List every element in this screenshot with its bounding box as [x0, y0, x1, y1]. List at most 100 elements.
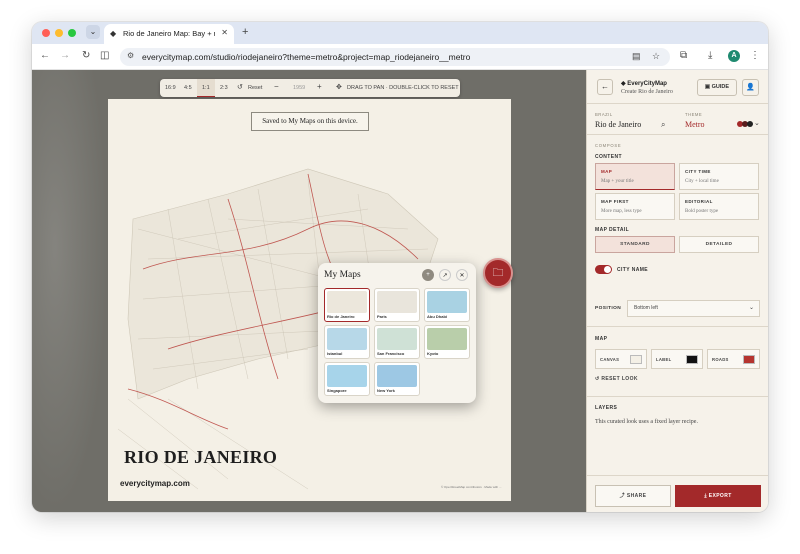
ratio-option[interactable]: 4:5 [184, 85, 192, 91]
saved-map-label: New York [377, 388, 395, 393]
map-thumbnail [427, 328, 467, 350]
city-input[interactable]: Rio de Janeiro [595, 120, 641, 129]
divider [587, 475, 768, 476]
forward-icon[interactable]: → [60, 50, 70, 62]
clipboard-icon[interactable]: ▤ [632, 51, 641, 62]
canvas-toolbar: 16:9 4:5 1:1 2:3 ↺ Reset − 1959 + ✥ DRAG… [160, 79, 460, 97]
close-panel-icon[interactable]: ✕ [456, 269, 468, 281]
saved-map-card[interactable]: Istanbul [324, 325, 370, 359]
content-option-desc: Map + your title [601, 179, 634, 184]
content-option-title: MAP FIRST [601, 199, 629, 204]
folder-icon: 🗀 [492, 267, 504, 279]
position-value: Bottom left [634, 305, 658, 311]
stage-shadow [32, 70, 108, 512]
map-heading: MAP [595, 336, 608, 342]
map-thumbnail [427, 291, 467, 313]
saved-map-label: Abu Dhabi [427, 314, 447, 319]
city-name-toggle[interactable] [595, 265, 612, 274]
color-picker[interactable]: ROADS [707, 349, 760, 369]
color-picker[interactable]: CANVAS [595, 349, 647, 369]
tab-search-icon[interactable]: ⌄ [86, 25, 100, 39]
my-maps-title: My Maps [324, 270, 361, 280]
favicon-icon: ◆ [110, 29, 117, 38]
compose-heading: COMPOSE [595, 143, 622, 148]
tab-close-icon[interactable]: ✕ [221, 28, 228, 37]
reset-button[interactable]: Reset [248, 85, 262, 91]
address-bar[interactable]: ⚙ everycitymap.com/studio/riodejaneiro?t… [120, 48, 670, 66]
new-tab-icon[interactable]: + [242, 26, 248, 38]
map-thumbnail [327, 291, 367, 313]
reload-icon[interactable]: ↻ [82, 50, 90, 62]
browser-tab[interactable]: ◆ Rio de Janeiro Map: Bay + rio ✕ [104, 24, 234, 44]
site-info-icon[interactable]: ⚙ [127, 51, 134, 60]
saved-map-label: Singapore [327, 388, 347, 393]
user-icon[interactable]: 👤 [742, 79, 759, 96]
color-swatch [743, 355, 755, 364]
content-heading: CONTENT [595, 154, 622, 160]
add-map-icon[interactable]: + [422, 269, 434, 281]
ratio-option[interactable]: 1:1 [202, 85, 210, 91]
close-window-button[interactable] [42, 29, 50, 37]
city-name-label: CITY NAME [617, 267, 649, 273]
brand-label: EveryCityMap [627, 81, 667, 87]
theme-swatch [747, 121, 753, 127]
bookmark-star-icon[interactable]: ☆ [652, 51, 660, 62]
divider [587, 326, 768, 327]
theme-select[interactable]: Metro [685, 120, 705, 129]
saved-map-card[interactable]: Paris [374, 288, 420, 322]
reset-look-label: RESET LOOK [601, 376, 638, 382]
content-option-desc: Bold poster type [685, 209, 719, 214]
profile-avatar[interactable]: A [728, 50, 740, 62]
browser-window: ⌄ ◆ Rio de Janeiro Map: Bay + rio ✕ + ← … [32, 22, 768, 512]
reset-icon[interactable]: ↺ [237, 83, 243, 91]
more-menu-icon[interactable]: ⋮ [750, 50, 760, 62]
map-stage[interactable]: 16:9 4:5 1:1 2:3 ↺ Reset − 1959 + ✥ DRAG… [32, 70, 586, 512]
saved-toast: Saved to My Maps on this device. [251, 112, 369, 131]
my-maps-panel: My Maps + ↗ ✕ Rio de Janeiro Paris Abu Dha… [318, 263, 476, 403]
export-button[interactable]: ⤓ EXPORT [675, 485, 761, 507]
zoom-in-icon[interactable]: + [317, 82, 322, 91]
content-option[interactable]: MAP FIRST More map, less type [595, 193, 675, 220]
chevron-down-icon: ⌄ [748, 305, 754, 311]
poster-title: RIO DE JANEIRO [124, 447, 278, 467]
saved-map-card[interactable]: San Francisco [374, 325, 420, 359]
back-icon[interactable]: ← [40, 50, 50, 62]
color-picker[interactable]: LABEL [651, 349, 703, 369]
saved-map-card[interactable]: Rio de Janeiro [324, 288, 370, 322]
content-option-desc: City + local time [685, 179, 719, 184]
position-select[interactable]: Bottom left ⌄ [627, 300, 760, 317]
detail-standard-button[interactable]: STANDARD [595, 236, 675, 253]
share-button[interactable]: ⤴ SHARE [595, 485, 671, 507]
saved-map-label: Paris [377, 314, 387, 319]
back-button[interactable]: ← [597, 79, 613, 95]
saved-map-card[interactable]: Abu Dhabi [424, 288, 470, 322]
tab-strip: ⌄ ◆ Rio de Janeiro Map: Bay + rio ✕ + [32, 22, 768, 44]
my-maps-button[interactable]: 🗀 [483, 258, 513, 288]
guide-button[interactable]: ▣ GUIDE [697, 79, 737, 96]
content-option[interactable]: MAP Map + your title [595, 163, 675, 190]
sidebar-toggle-icon[interactable]: ◫ [100, 50, 109, 62]
content-option-title: CITY TIME [685, 169, 711, 174]
zoom-out-icon[interactable]: − [274, 82, 279, 91]
detail-detailed-button[interactable]: DETAILED [679, 236, 759, 253]
export-label: EXPORT [708, 493, 732, 499]
content-option[interactable]: CITY TIME City + local time [679, 163, 759, 190]
chevron-down-icon[interactable]: ⌄ [754, 118, 760, 130]
minimize-window-button[interactable] [55, 29, 63, 37]
color-picker-label: ROADS [712, 357, 729, 362]
search-icon[interactable]: ⌕ [661, 119, 665, 131]
saved-map-card[interactable]: Kyoto [424, 325, 470, 359]
ratio-option[interactable]: 16:9 [165, 85, 176, 91]
tab-title: Rio de Janeiro Map: Bay + rio [123, 29, 215, 38]
reset-look-button[interactable]: ↺ RESET LOOK [595, 376, 638, 382]
position-label: POSITION [595, 306, 622, 311]
content-option[interactable]: EDITORIAL Bold poster type [679, 193, 759, 220]
maximize-window-button[interactable] [68, 29, 76, 37]
saved-map-card[interactable]: Singapore [324, 362, 370, 396]
expand-icon[interactable]: ↗ [439, 269, 451, 281]
saved-map-card[interactable]: New York [374, 362, 420, 396]
extensions-icon[interactable]: ⧉ [680, 50, 687, 62]
guide-label: GUIDE [711, 84, 730, 90]
ratio-option[interactable]: 2:3 [220, 85, 228, 91]
download-icon[interactable]: ⤓ [708, 50, 712, 62]
